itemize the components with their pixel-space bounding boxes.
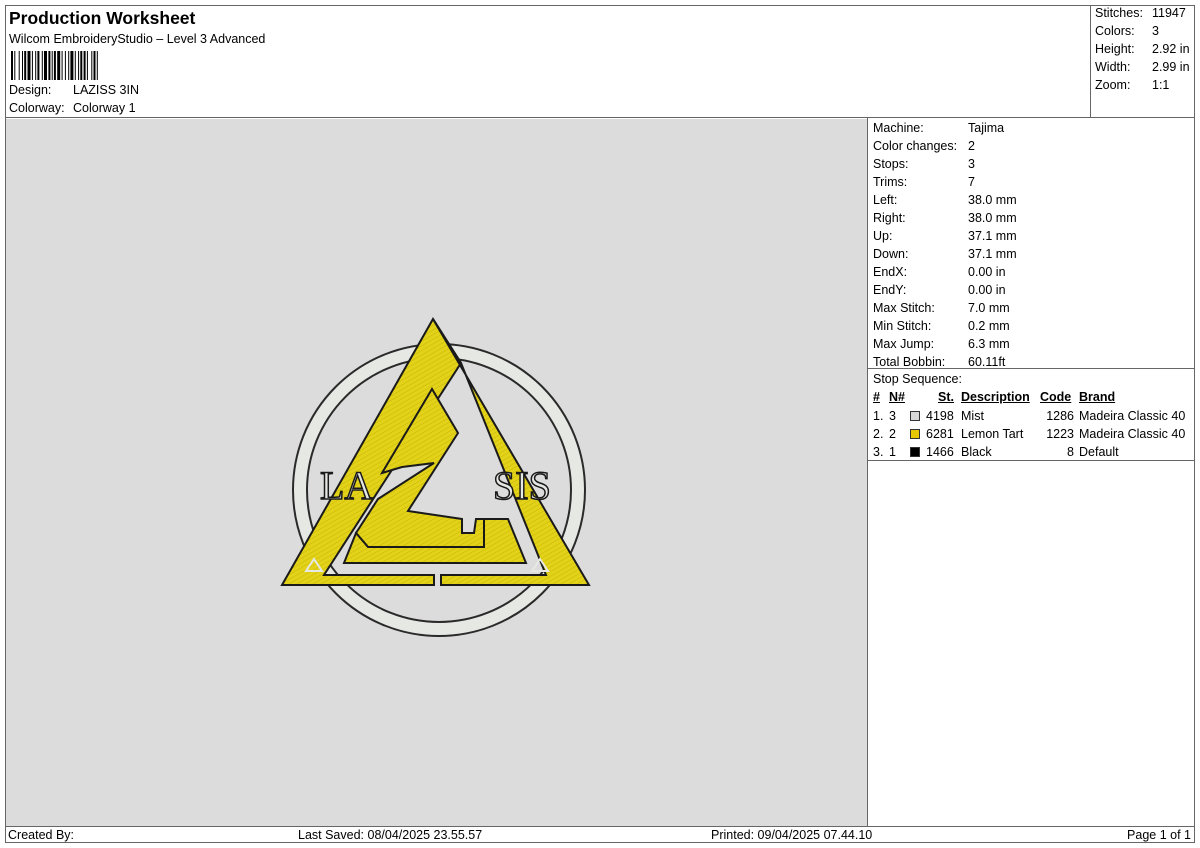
colors-value: 3 bbox=[1152, 24, 1159, 38]
stitch-count: 1466 bbox=[926, 445, 954, 459]
machine-info-label: Machine: bbox=[873, 121, 924, 135]
colors-label: Colors: bbox=[1095, 24, 1135, 38]
embroidery-logo: LA SIS bbox=[280, 317, 591, 637]
machine-info-value: 2 bbox=[968, 139, 975, 153]
machine-info-value: Tajima bbox=[968, 121, 1005, 135]
last-saved: Last Saved: 08/04/2025 23.55.57 bbox=[298, 828, 483, 842]
stitch-count: 4198 bbox=[926, 409, 954, 423]
software-subtitle: Wilcom EmbroideryStudio – Level 3 Advanc… bbox=[9, 32, 266, 46]
machine-info-label: Max Stitch: bbox=[873, 301, 935, 315]
thread-description: Mist bbox=[961, 409, 984, 423]
thread-code: 1286 bbox=[1046, 409, 1074, 423]
page-title: Production Worksheet bbox=[9, 8, 196, 28]
col-header-brand: Brand bbox=[1079, 390, 1116, 404]
col-header-code: Code bbox=[1040, 390, 1072, 404]
machine-info-panel: Machine: Tajima Color changes: 2 Stops: 3 Trim… bbox=[867, 118, 1195, 826]
stop-sequence-title: Stop Sequence: bbox=[873, 372, 962, 386]
height-label: Height: bbox=[1095, 42, 1135, 56]
thread-color-swatch bbox=[910, 447, 920, 457]
zoom-stat: Zoom: 1:1 bbox=[1095, 78, 1169, 92]
height-value: 2.92 in bbox=[1152, 42, 1190, 56]
design-label: Design: bbox=[9, 83, 52, 97]
worksheet-footer: Created By: Last Saved: 08/04/2025 23.55… bbox=[5, 826, 1195, 843]
thread-description: Black bbox=[961, 445, 992, 459]
colors-stat: Colors: 3 bbox=[1095, 24, 1159, 38]
stop-sequence-row: 2. 2 6281 Lemon Tart 1223 Madeira Classic 40 bbox=[868, 426, 1195, 444]
height-stat: Height: 2.92 in bbox=[1095, 42, 1190, 56]
colorway-value: Colorway 1 bbox=[73, 101, 136, 115]
needle-number: 1 bbox=[889, 445, 896, 459]
thread-description: Lemon Tart bbox=[961, 427, 1024, 441]
colorway-row: Colorway: Colorway 1 bbox=[9, 101, 136, 115]
machine-info-label: Min Stitch: bbox=[873, 319, 932, 333]
thread-code: 8 bbox=[1067, 445, 1074, 459]
machine-info-label: EndY: bbox=[873, 283, 907, 297]
created-by: Created By: bbox=[8, 828, 75, 842]
thread-brand: Madeira Classic 40 bbox=[1079, 427, 1186, 441]
machine-info-label: Stops: bbox=[873, 157, 909, 171]
machine-info-value: 7 bbox=[968, 175, 975, 189]
row-number: 2. bbox=[873, 427, 884, 441]
machine-info-value: 0.2 mm bbox=[968, 319, 1010, 333]
logo-text-la: LA bbox=[320, 463, 373, 508]
machine-info-value: 6.3 mm bbox=[968, 337, 1010, 351]
logo-text-sis: SIS bbox=[493, 463, 551, 508]
stitches-stat: Stitches: 11947 bbox=[1095, 6, 1186, 20]
col-header-stitches: St. bbox=[938, 390, 954, 404]
worksheet-header: Production Worksheet Wilcom EmbroiderySt… bbox=[5, 5, 1091, 118]
needle-number: 3 bbox=[889, 409, 896, 423]
machine-info-value: 3 bbox=[968, 157, 975, 171]
machine-info-label: Max Jump: bbox=[873, 337, 935, 351]
row-number: 1. bbox=[873, 409, 884, 423]
printed-date: Printed: 09/04/2025 07.44.10 bbox=[711, 828, 873, 842]
machine-info-label: Up: bbox=[873, 229, 893, 243]
thread-code: 1223 bbox=[1046, 427, 1074, 441]
machine-info-label: Trims: bbox=[873, 175, 908, 189]
machine-info-value: 38.0 mm bbox=[968, 211, 1017, 225]
machine-info-label: Color changes: bbox=[873, 139, 958, 153]
design-stats: Stitches: 11947 Colors: 3 Height: 2.92 in W… bbox=[1091, 5, 1195, 118]
thread-brand: Default bbox=[1079, 445, 1119, 459]
machine-info-label: Left: bbox=[873, 193, 898, 207]
design-row: Design: LAZISS 3IN bbox=[9, 83, 139, 97]
needle-number: 2 bbox=[889, 427, 896, 441]
thread-brand: Madeira Classic 40 bbox=[1079, 409, 1186, 423]
col-header-description: Description bbox=[961, 390, 1030, 404]
stop-sequence-row: 1. 3 4198 Mist 1286 Madeira Classic 40 bbox=[868, 408, 1195, 426]
machine-info-label: Right: bbox=[873, 211, 906, 225]
machine-info-value: 0.00 in bbox=[968, 265, 1006, 279]
stitches-label: Stitches: bbox=[1095, 6, 1143, 20]
zoom-value: 1:1 bbox=[1152, 78, 1170, 92]
machine-info-value: 38.0 mm bbox=[968, 193, 1017, 207]
divider bbox=[868, 460, 1195, 461]
machine-info-value: 0.00 in bbox=[968, 283, 1006, 297]
width-label: Width: bbox=[1095, 60, 1131, 74]
zoom-label: Zoom: bbox=[1095, 78, 1131, 92]
thread-color-swatch bbox=[910, 411, 920, 421]
width-value: 2.99 in bbox=[1152, 60, 1190, 74]
barcode-image bbox=[11, 51, 98, 80]
machine-info-value: 7.0 mm bbox=[968, 301, 1010, 315]
stitch-count: 6281 bbox=[926, 427, 954, 441]
width-stat: Width: 2.99 in bbox=[1095, 60, 1190, 74]
stitches-value: 11947 bbox=[1152, 6, 1186, 20]
thread-color-swatch bbox=[910, 429, 920, 439]
page-number: Page 1 of 1 bbox=[1127, 828, 1191, 842]
machine-info-label: EndX: bbox=[873, 265, 908, 279]
design-value: LAZISS 3IN bbox=[73, 83, 139, 97]
row-number: 3. bbox=[873, 445, 884, 459]
machine-info-label: Down: bbox=[873, 247, 909, 261]
machine-info-value: 37.1 mm bbox=[968, 247, 1017, 261]
design-preview-canvas: LA SIS bbox=[6, 119, 867, 826]
col-header-num: # bbox=[873, 390, 880, 404]
machine-info-value: 37.1 mm bbox=[968, 229, 1017, 243]
col-header-needle: N# bbox=[889, 390, 905, 404]
divider bbox=[868, 368, 1195, 369]
colorway-label: Colorway: bbox=[9, 101, 65, 115]
